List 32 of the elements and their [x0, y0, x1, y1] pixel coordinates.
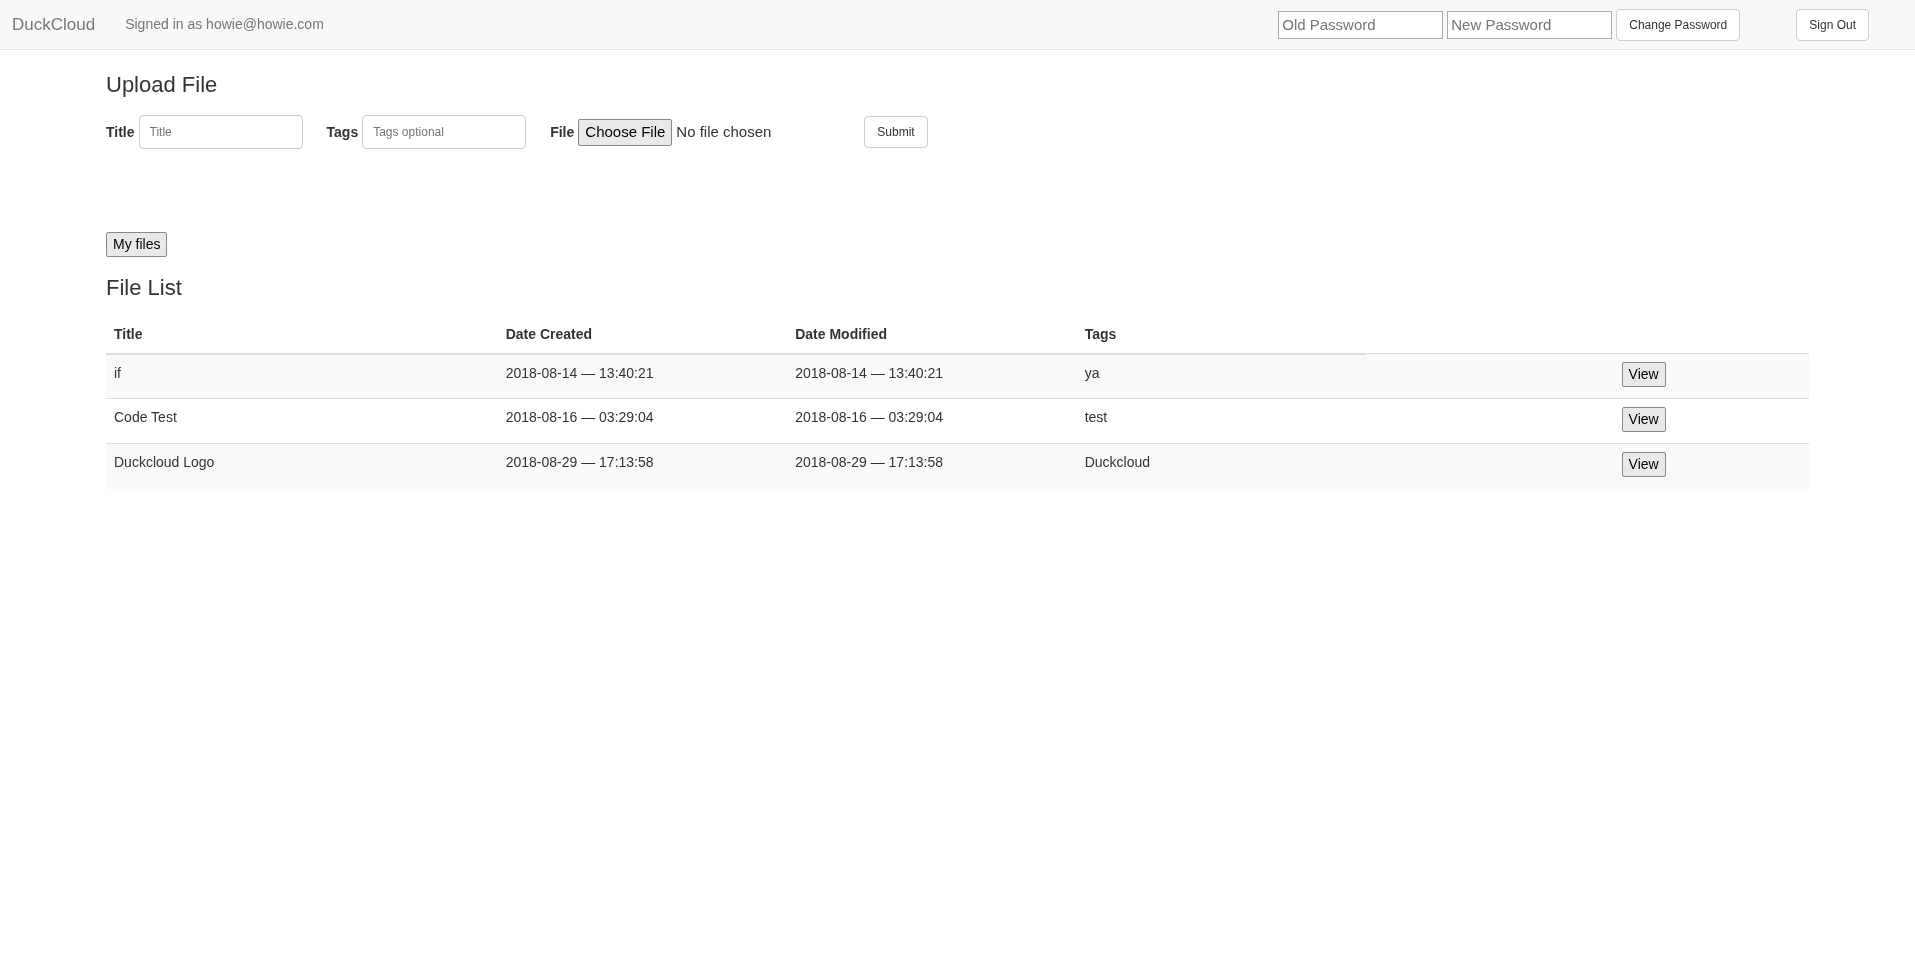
column-header: Date Modified [787, 315, 1077, 354]
old-password-field[interactable]: Old Password [1278, 10, 1444, 39]
title-field[interactable]: Title [138, 115, 303, 150]
submit-button[interactable]: Submit [864, 116, 928, 149]
field-label: File [550, 122, 575, 142]
field-label: Title [106, 122, 135, 142]
new-password-field[interactable]: New Password [1447, 10, 1613, 39]
section-heading: File List [106, 275, 183, 302]
column-header: Title [106, 315, 498, 354]
column-header: Date Created [497, 315, 788, 354]
change-password-button[interactable]: Change Password [1616, 8, 1741, 41]
file-status-text: No file chosen [676, 122, 773, 143]
column-header: Tags [1076, 315, 1367, 354]
table-cell: Duckcloud Logo [106, 443, 498, 489]
table-cell: Duckcloud [1076, 443, 1367, 489]
table-cell: if [106, 353, 498, 399]
choose-file-button[interactable]: Choose File [578, 119, 673, 146]
table-cell: 2018-08-29 — 17:13:58 [497, 443, 788, 489]
table-cell: ya [1076, 353, 1367, 399]
sign-out-button[interactable]: Sign Out [1796, 8, 1869, 41]
view-button[interactable]: View [1621, 407, 1666, 433]
section-heading: Upload File [106, 72, 219, 99]
my-files-button[interactable]: My files [106, 232, 168, 258]
table-cell: 2018-08-14 — 13:40:21 [497, 353, 788, 399]
view-button[interactable]: View [1621, 362, 1666, 388]
table-cell: 2018-08-29 — 17:13:58 [787, 443, 1077, 489]
table-cell: 2018-08-14 — 13:40:21 [787, 353, 1077, 399]
view-button[interactable]: View [1621, 452, 1666, 478]
field-label: Tags [326, 122, 359, 142]
signed-in-text: Signed in as howie@howie.com [125, 15, 324, 34]
tags-field[interactable]: Tags optional [362, 115, 527, 150]
brand-name[interactable]: DuckCloud [12, 11, 96, 38]
